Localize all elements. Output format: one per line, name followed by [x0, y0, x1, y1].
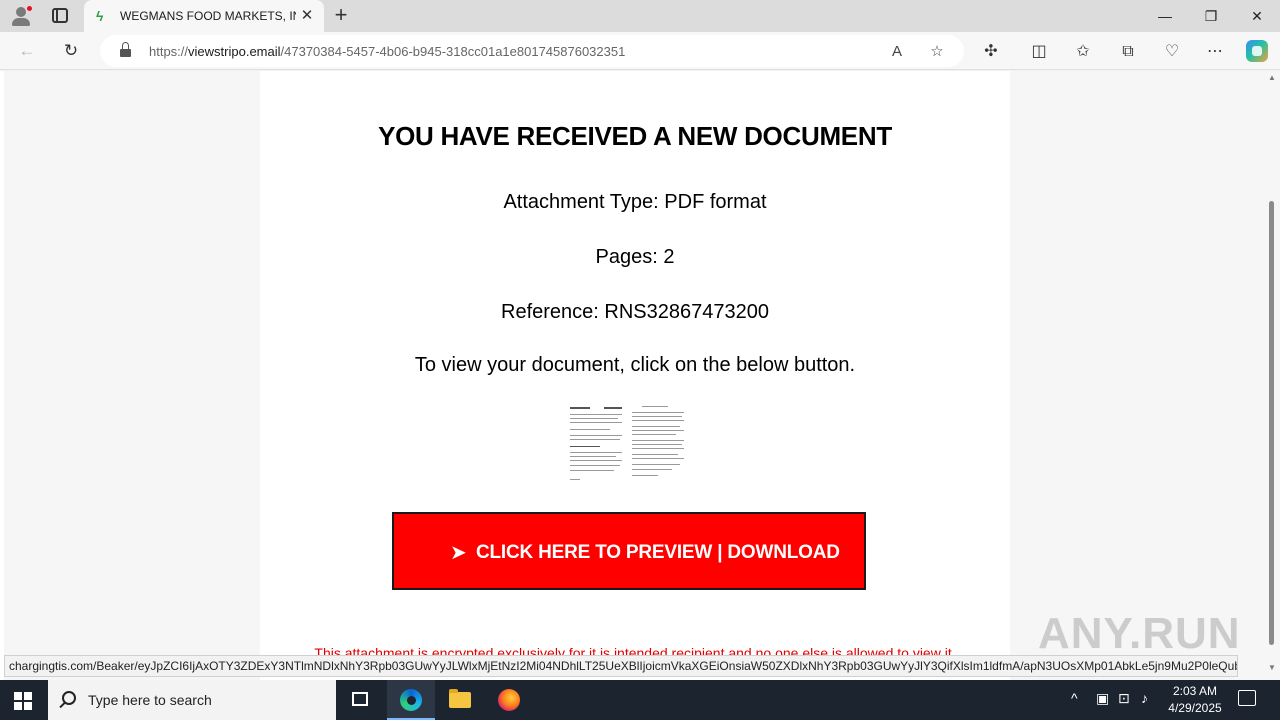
copilot-icon[interactable]: [1246, 40, 1268, 62]
task-view-icon: [352, 692, 368, 706]
url-path: /47370384-5457-4b06-b945-318cc01a1e80174…: [280, 44, 626, 59]
tab-title: WEGMANS FOOD MARKETS, INC: [120, 9, 296, 23]
tab-actions-icon[interactable]: [52, 8, 68, 23]
close-tab-icon[interactable]: ✕: [298, 7, 316, 25]
vertical-scrollbar[interactable]: ▲ ▼: [1264, 71, 1280, 680]
preview-download-button[interactable]: ➤ CLICK HERE TO PREVIEW | DOWNLOAD: [392, 512, 866, 590]
browser-essentials-icon[interactable]: ♡: [1161, 41, 1183, 63]
search-icon: [62, 691, 76, 705]
taskbar-edge-button[interactable]: [387, 680, 435, 720]
collections-icon[interactable]: ⧉: [1117, 41, 1139, 63]
arrow-right-icon: ➤: [450, 542, 467, 564]
instruction-text: To view your document, click on the belo…: [414, 354, 856, 376]
page-margin-right: [1010, 71, 1264, 680]
show-hidden-icons-chevron-up-icon[interactable]: ^: [1071, 690, 1078, 706]
windows-start-icon[interactable]: [14, 692, 32, 710]
split-screen-icon[interactable]: ◫: [1028, 41, 1050, 63]
pages-text: Pages: 2: [595, 246, 675, 268]
more-options-icon[interactable]: ⋯: [1204, 41, 1226, 63]
url-text[interactable]: https://viewstripo.email/47370384-5457-4…: [149, 44, 625, 59]
page-title: YOU HAVE RECEIVED A NEW DOCUMENT: [378, 121, 892, 151]
volume-icon[interactable]: ♪: [1141, 690, 1148, 706]
extensions-icon[interactable]: ✣: [980, 41, 1002, 63]
read-aloud-icon[interactable]: A: [886, 41, 908, 63]
clock-date: 4/29/2025: [1168, 701, 1222, 715]
url-host: viewstripo.email: [188, 44, 281, 59]
taskbar-search-input[interactable]: Type here to search: [48, 680, 336, 720]
email-body: YOU HAVE RECEIVED A NEW DOCUMENT Attachm…: [260, 71, 1010, 680]
security-tray-icon[interactable]: ▣: [1096, 690, 1109, 707]
search-placeholder: Type here to search: [88, 692, 212, 708]
clock-time: 2:03 AM: [1172, 684, 1218, 698]
navigation-bar: ← ↻ https://viewstripo.email/47370384-54…: [0, 32, 1280, 70]
refresh-icon[interactable]: ↻: [58, 38, 84, 64]
document-page-thumbnail: [568, 403, 626, 483]
profile-avatar-icon[interactable]: [10, 5, 33, 27]
lock-icon[interactable]: [120, 42, 131, 57]
minimize-button[interactable]: —: [1142, 0, 1188, 32]
firefox-icon: [498, 689, 520, 711]
web-viewport: YOU HAVE RECEIVED A NEW DOCUMENT Attachm…: [0, 71, 1280, 680]
taskbar: Type here to search ^ ▣ ⊡ ♪ 2:03 AM 4/29…: [0, 680, 1280, 720]
attachment-type-text: Attachment Type: PDF format: [503, 191, 767, 213]
taskbar-firefox-button[interactable]: [485, 680, 533, 720]
url-prefix: https://: [149, 44, 189, 59]
favorites-icon[interactable]: ✩: [1072, 41, 1094, 63]
favorite-star-icon[interactable]: ☆: [926, 41, 948, 63]
edge-browser-icon: [400, 689, 422, 711]
task-view-button[interactable]: [336, 680, 384, 720]
scroll-down-arrow-icon[interactable]: ▼: [1268, 663, 1276, 672]
notifications-icon[interactable]: [1238, 690, 1256, 706]
leaf-favicon-icon: ϟ: [96, 8, 104, 24]
link-status-bar: chargingtis.com/Beaker/eyJpZCI6IjAxOTY3Z…: [4, 655, 1238, 677]
page-margin-left: [4, 71, 260, 680]
reference-text: Reference: RNS32867473200: [501, 301, 769, 323]
system-clock[interactable]: 2:03 AM 4/29/2025: [1160, 683, 1230, 717]
address-bar[interactable]: https://viewstripo.email/47370384-5457-4…: [100, 35, 964, 67]
browser-tab[interactable]: ϟ WEGMANS FOOD MARKETS, INC ✕: [84, 0, 324, 32]
file-explorer-icon: [449, 689, 471, 708]
network-icon[interactable]: ⊡: [1118, 690, 1130, 707]
scrollbar-thumb[interactable]: [1269, 201, 1274, 645]
cta-label: CLICK HERE TO PREVIEW | DOWNLOAD: [476, 542, 840, 563]
scroll-up-arrow-icon[interactable]: ▲: [1268, 73, 1276, 82]
restore-button[interactable]: ❐: [1188, 0, 1234, 32]
title-bar: ϟ WEGMANS FOOD MARKETS, INC ✕ + — ❐ ✕: [0, 0, 1280, 32]
document-preview-image: [568, 403, 688, 487]
back-arrow-icon[interactable]: ←: [14, 38, 40, 64]
new-tab-button[interactable]: +: [330, 4, 352, 26]
taskbar-explorer-button[interactable]: [436, 680, 484, 720]
document-page-thumbnail: [630, 403, 688, 483]
close-window-button[interactable]: ✕: [1234, 0, 1280, 32]
